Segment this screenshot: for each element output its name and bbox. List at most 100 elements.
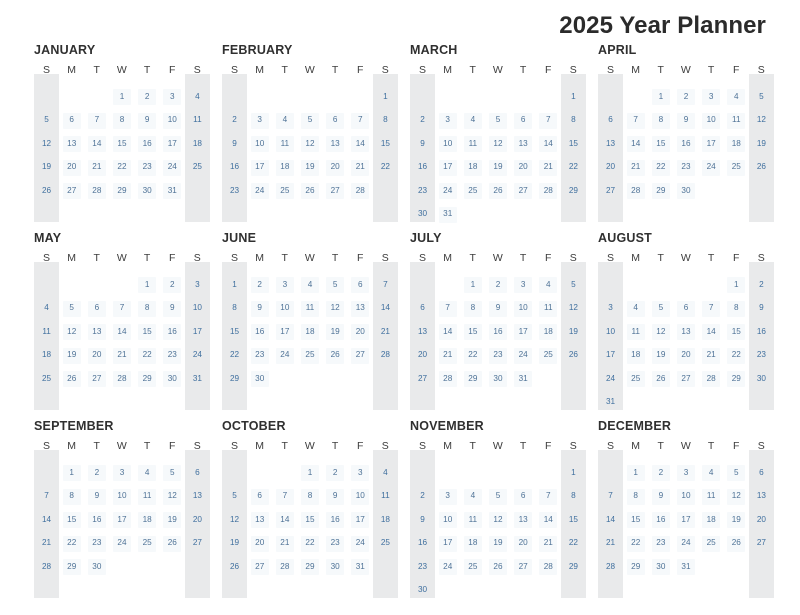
- day-cell[interactable]: 2: [323, 461, 348, 485]
- day-cell[interactable]: 9: [410, 132, 435, 156]
- day-cell[interactable]: 31: [598, 391, 623, 415]
- day-cell[interactable]: 25: [34, 367, 59, 391]
- day-cell[interactable]: 1: [297, 461, 322, 485]
- day-cell[interactable]: 24: [511, 344, 536, 368]
- day-cell[interactable]: 12: [59, 320, 84, 344]
- day-cell[interactable]: 26: [724, 532, 749, 556]
- day-cell[interactable]: 10: [435, 508, 460, 532]
- day-cell[interactable]: 17: [272, 320, 297, 344]
- day-cell[interactable]: 3: [272, 273, 297, 297]
- day-cell[interactable]: 30: [749, 367, 774, 391]
- day-cell[interactable]: 26: [297, 179, 322, 203]
- day-cell[interactable]: 14: [536, 132, 561, 156]
- day-cell[interactable]: 7: [598, 485, 623, 509]
- day-cell[interactable]: 12: [34, 132, 59, 156]
- day-cell[interactable]: 1: [561, 85, 586, 109]
- day-cell[interactable]: 11: [185, 109, 210, 133]
- day-cell[interactable]: 25: [460, 179, 485, 203]
- day-cell[interactable]: 10: [272, 297, 297, 321]
- day-cell[interactable]: 17: [435, 156, 460, 180]
- day-cell[interactable]: 18: [623, 344, 648, 368]
- day-cell[interactable]: 19: [59, 344, 84, 368]
- day-cell[interactable]: 10: [348, 485, 373, 509]
- day-cell[interactable]: 19: [749, 132, 774, 156]
- day-cell[interactable]: 28: [536, 555, 561, 579]
- day-cell[interactable]: 22: [724, 344, 749, 368]
- day-cell[interactable]: 3: [435, 109, 460, 133]
- day-cell[interactable]: 5: [34, 109, 59, 133]
- day-cell[interactable]: 26: [323, 344, 348, 368]
- day-cell[interactable]: 13: [410, 320, 435, 344]
- day-cell[interactable]: 15: [135, 320, 160, 344]
- day-cell[interactable]: 26: [59, 367, 84, 391]
- day-cell[interactable]: 20: [511, 156, 536, 180]
- day-cell[interactable]: 6: [511, 485, 536, 509]
- day-cell[interactable]: 29: [59, 555, 84, 579]
- day-cell[interactable]: 20: [673, 344, 698, 368]
- day-cell[interactable]: 15: [648, 132, 673, 156]
- day-cell[interactable]: 25: [373, 532, 398, 556]
- day-cell[interactable]: 24: [435, 179, 460, 203]
- day-cell[interactable]: 11: [460, 132, 485, 156]
- day-cell[interactable]: 31: [348, 555, 373, 579]
- day-cell[interactable]: 13: [84, 320, 109, 344]
- day-cell[interactable]: 21: [272, 532, 297, 556]
- day-cell[interactable]: 11: [699, 485, 724, 509]
- day-cell[interactable]: 16: [410, 532, 435, 556]
- day-cell[interactable]: 9: [247, 297, 272, 321]
- day-cell[interactable]: 5: [222, 485, 247, 509]
- day-cell[interactable]: 15: [109, 132, 134, 156]
- day-cell[interactable]: 6: [323, 109, 348, 133]
- day-cell[interactable]: 2: [410, 485, 435, 509]
- day-cell[interactable]: 26: [749, 156, 774, 180]
- day-cell[interactable]: 22: [561, 156, 586, 180]
- day-cell[interactable]: 29: [561, 179, 586, 203]
- day-cell[interactable]: 15: [460, 320, 485, 344]
- day-cell[interactable]: 14: [34, 508, 59, 532]
- day-cell[interactable]: 17: [109, 508, 134, 532]
- day-cell[interactable]: 29: [460, 367, 485, 391]
- day-cell[interactable]: 27: [511, 555, 536, 579]
- day-cell[interactable]: 1: [109, 85, 134, 109]
- day-cell[interactable]: 17: [699, 132, 724, 156]
- day-cell[interactable]: 21: [598, 532, 623, 556]
- day-cell[interactable]: 5: [724, 461, 749, 485]
- day-cell[interactable]: 28: [34, 555, 59, 579]
- day-cell[interactable]: 1: [222, 273, 247, 297]
- day-cell[interactable]: 14: [435, 320, 460, 344]
- day-cell[interactable]: 12: [485, 508, 510, 532]
- day-cell[interactable]: 26: [485, 179, 510, 203]
- day-cell[interactable]: 16: [410, 156, 435, 180]
- day-cell[interactable]: 19: [323, 320, 348, 344]
- day-cell[interactable]: 12: [160, 485, 185, 509]
- day-cell[interactable]: 23: [410, 555, 435, 579]
- day-cell[interactable]: 2: [160, 273, 185, 297]
- day-cell[interactable]: 18: [185, 132, 210, 156]
- day-cell[interactable]: 23: [673, 156, 698, 180]
- day-cell[interactable]: 18: [297, 320, 322, 344]
- day-cell[interactable]: 17: [435, 532, 460, 556]
- day-cell[interactable]: 26: [648, 367, 673, 391]
- day-cell[interactable]: 23: [485, 344, 510, 368]
- day-cell[interactable]: 11: [297, 297, 322, 321]
- day-cell[interactable]: 27: [185, 532, 210, 556]
- day-cell[interactable]: 23: [222, 179, 247, 203]
- day-cell[interactable]: 22: [373, 156, 398, 180]
- day-cell[interactable]: 29: [222, 367, 247, 391]
- day-cell[interactable]: 28: [435, 367, 460, 391]
- day-cell[interactable]: 24: [673, 532, 698, 556]
- day-cell[interactable]: 11: [272, 132, 297, 156]
- day-cell[interactable]: 20: [749, 508, 774, 532]
- day-cell[interactable]: 4: [185, 85, 210, 109]
- day-cell[interactable]: 29: [135, 367, 160, 391]
- day-cell[interactable]: 28: [348, 179, 373, 203]
- day-cell[interactable]: 30: [323, 555, 348, 579]
- day-cell[interactable]: 10: [699, 109, 724, 133]
- day-cell[interactable]: 17: [348, 508, 373, 532]
- day-cell[interactable]: 8: [222, 297, 247, 321]
- day-cell[interactable]: 14: [598, 508, 623, 532]
- day-cell[interactable]: 29: [724, 367, 749, 391]
- day-cell[interactable]: 25: [724, 156, 749, 180]
- day-cell[interactable]: 25: [272, 179, 297, 203]
- day-cell[interactable]: 15: [724, 320, 749, 344]
